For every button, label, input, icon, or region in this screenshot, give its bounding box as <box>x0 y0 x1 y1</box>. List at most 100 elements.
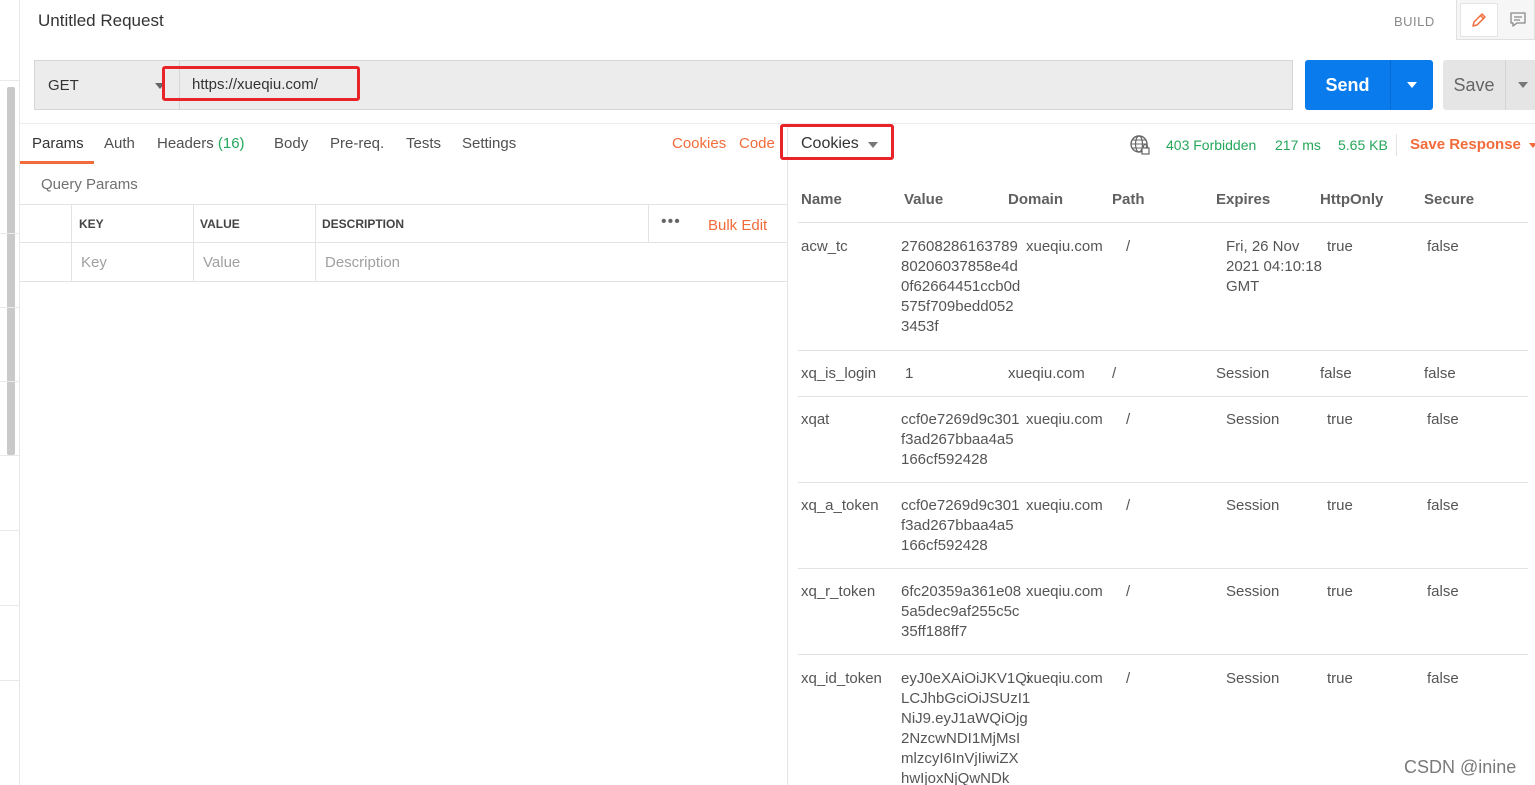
send-button[interactable]: Send <box>1305 60 1390 110</box>
cookies-link[interactable]: Cookies <box>672 135 726 152</box>
comment-icon <box>1510 12 1526 27</box>
save-button[interactable]: Save <box>1443 60 1505 110</box>
request-tabs: Params Auth Headers (16) Body Pre-req. T… <box>20 123 788 165</box>
tab-params[interactable]: Params <box>32 135 84 152</box>
mode-toggle-group <box>1456 0 1535 40</box>
cookie-path: / <box>1126 670 1131 687</box>
column-divider <box>315 243 316 281</box>
divider <box>1396 134 1397 156</box>
cookie-name: xq_r_token <box>801 583 876 600</box>
highlight-url-annotation <box>162 66 360 101</box>
cookie-value: ccf0e7269d9c301 f3ad267bbaa4a5 166cf5924… <box>901 411 1020 468</box>
method-value: GET <box>48 77 79 94</box>
column-header-value: VALUE <box>200 217 240 231</box>
active-tab-indicator <box>20 161 94 164</box>
column-header-httponly: HttpOnly <box>1320 191 1384 208</box>
key-input[interactable]: Key <box>81 254 107 271</box>
edit-mode-button[interactable] <box>1460 3 1498 37</box>
cookie-domain: xueqiu.com <box>1026 583 1103 600</box>
cookie-secure: false <box>1427 670 1459 687</box>
globe-lock-icon[interactable] <box>1129 134 1151 156</box>
save-options-button[interactable] <box>1505 60 1535 110</box>
column-header-value: Value <box>904 191 944 208</box>
value-input[interactable]: Value <box>203 254 240 271</box>
divider <box>0 680 20 681</box>
response-size[interactable]: 5.65 KB <box>1338 137 1388 153</box>
column-header-domain: Domain <box>1008 191 1064 208</box>
table-row: Key Value Description <box>20 242 788 282</box>
tab-headers-label: Headers <box>157 135 214 152</box>
cookie-path: / <box>1126 583 1131 600</box>
highlight-cookies-annotation <box>780 124 894 160</box>
column-divider <box>193 205 194 242</box>
cookie-httponly: true <box>1327 238 1353 255</box>
save-response-button[interactable]: Save Response <box>1410 136 1521 153</box>
build-mode-label: BUILD <box>1394 14 1435 29</box>
send-options-button[interactable] <box>1390 60 1433 110</box>
divider <box>0 381 20 382</box>
table-header-row: KEY VALUE DESCRIPTION ••• Bulk Edit <box>20 204 788 242</box>
cookie-expires: Session <box>1226 583 1280 600</box>
more-options-icon[interactable]: ••• <box>661 213 681 231</box>
cookie-value: 27608286163789 80206037858e4d 0f62664451… <box>901 238 1021 335</box>
divider <box>0 80 20 81</box>
cookie-httponly: true <box>1327 583 1353 600</box>
divider <box>0 605 20 606</box>
cookie-name: xq_a_token <box>801 497 879 514</box>
cookie-expires: Fri, 26 Nov 2021 04:10:18 GMT <box>1226 238 1322 295</box>
cookie-value: 1 <box>905 365 914 382</box>
pane-divider[interactable] <box>787 124 788 785</box>
cookie-name: xq_id_token <box>801 670 882 687</box>
chevron-down-icon <box>1407 82 1417 88</box>
method-select[interactable]: GET <box>34 60 179 110</box>
scrollbar-thumb[interactable] <box>7 87 15 455</box>
table-row: xqat ccf0e7269d9c301 f3ad267bbaa4a5 166c… <box>798 396 1528 482</box>
table-row: xq_r_token 6fc20359a361e08 5a5dec9af255c… <box>798 568 1528 654</box>
cookie-httponly: true <box>1327 411 1353 428</box>
comments-button[interactable] <box>1499 3 1535 37</box>
column-header-expires: Expires <box>1216 191 1271 208</box>
column-divider <box>193 243 194 281</box>
bulk-edit-link[interactable]: Bulk Edit <box>708 217 767 234</box>
cookie-expires: Session <box>1226 411 1280 428</box>
tab-tests[interactable]: Tests <box>406 135 441 152</box>
column-header-secure: Secure <box>1424 191 1475 208</box>
cookie-expires: Session <box>1226 497 1280 514</box>
table-row: acw_tc 27608286163789 80206037858e4d 0f6… <box>798 222 1528 350</box>
tab-settings[interactable]: Settings <box>462 135 516 152</box>
cookie-value: ccf0e7269d9c301 f3ad267bbaa4a5 166cf5924… <box>901 497 1020 554</box>
cookie-domain: xueqiu.com <box>1008 365 1085 382</box>
tab-body[interactable]: Body <box>274 135 308 152</box>
pencil-icon <box>1472 13 1486 27</box>
request-title[interactable]: Untitled Request <box>38 11 164 31</box>
column-divider <box>315 205 316 242</box>
divider <box>0 530 20 531</box>
request-header: Untitled Request BUILD <box>20 0 1535 44</box>
cookie-value: 6fc20359a361e08 5a5dec9af255c5c 35ff188f… <box>901 583 1022 640</box>
cookie-httponly: true <box>1327 670 1353 687</box>
tab-headers[interactable]: Headers (16) <box>157 135 245 152</box>
chevron-down-icon[interactable] <box>1529 143 1535 148</box>
status-code[interactable]: 403 Forbidden <box>1166 137 1256 153</box>
cookie-domain: xueqiu.com <box>1026 411 1103 428</box>
cookie-domain: xueqiu.com <box>1026 238 1103 255</box>
divider <box>0 455 20 456</box>
code-link[interactable]: Code <box>739 135 775 152</box>
watermark: CSDN @inine <box>1404 757 1517 777</box>
left-sidebar-strip <box>0 0 20 785</box>
cookie-secure: false <box>1427 583 1459 600</box>
cookie-domain: xueqiu.com <box>1026 670 1103 687</box>
response-time[interactable]: 217 ms <box>1275 137 1321 153</box>
headers-count: (16) <box>217 135 245 152</box>
cookie-name: acw_tc <box>801 238 848 255</box>
table-row: xq_a_token ccf0e7269d9c301 f3ad267bbaa4a… <box>798 482 1528 568</box>
column-divider <box>71 243 72 281</box>
response-bar: Cookies 403 Forbidden 217 ms 5.65 KB Sav… <box>788 123 1535 165</box>
divider <box>0 307 20 308</box>
cookie-httponly: true <box>1327 497 1353 514</box>
tab-auth[interactable]: Auth <box>104 135 135 152</box>
tab-prereq[interactable]: Pre-req. <box>330 135 384 152</box>
column-header-description: DESCRIPTION <box>322 217 405 231</box>
cookie-secure: false <box>1427 411 1459 428</box>
description-input[interactable]: Description <box>325 254 400 271</box>
